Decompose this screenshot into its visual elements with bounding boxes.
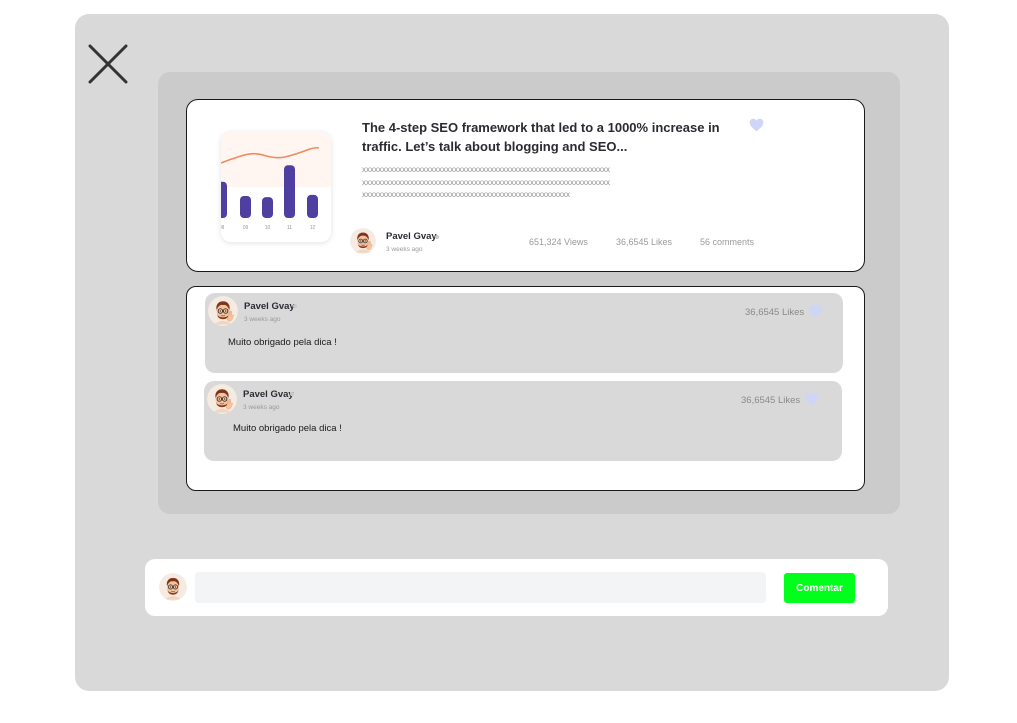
author-name[interactable]: Pavel Gvay (386, 231, 437, 242)
views-count: 651,324 Views (529, 237, 588, 247)
comment-item: Pavel Gvay 3 weeks ago 36,6545 Likes Mui… (204, 381, 842, 461)
post-excerpt: xxxxxxxxxxxxxxxxxxxxxxxxxxxxxxxxxxxxxxxx… (362, 165, 610, 199)
chart-x-label: 11 (287, 225, 292, 231)
chart-thumbnail-icon: 08 09 10 11 12 (221, 132, 331, 231)
comment-time: 3 weeks ago (244, 316, 281, 323)
comment-likes: 36,6545 Likes (741, 395, 801, 406)
comment-avatar[interactable] (208, 296, 238, 326)
comment-text: Muito obrigado pela dica ! (228, 337, 337, 348)
online-dot (435, 235, 439, 239)
comment-input[interactable] (195, 572, 766, 603)
comment-likes: 36,6545 Likes (745, 307, 805, 318)
chart-background (221, 132, 331, 187)
chart-bar (221, 181, 227, 218)
comment-item: Pavel Gvay 3 weeks ago 36,6545 Likes Mui… (205, 293, 843, 373)
chart-x-label: 08 (221, 225, 224, 231)
comment-text: Muito obrigado pela dica ! (233, 423, 342, 434)
comment-avatar[interactable] (207, 384, 237, 414)
heart-icon[interactable] (808, 304, 823, 318)
author-avatar[interactable] (350, 228, 376, 254)
heart-icon[interactable] (804, 392, 819, 406)
comments-list: Pavel Gvay 3 weeks ago 36,6545 Likes Mui… (186, 286, 865, 491)
comments-count[interactable]: 56 comments (700, 237, 754, 247)
avatar-icon (207, 384, 237, 414)
chart-x-label: 12 (310, 225, 316, 231)
chart-x-label: 09 (243, 225, 249, 231)
likes-count: 36,6545 Likes (616, 237, 673, 247)
comment-author[interactable]: Pavel Gvay (243, 389, 294, 400)
current-user-avatar (159, 573, 187, 601)
avatar-icon (159, 573, 187, 601)
avatar-icon (208, 296, 238, 326)
chart-bar (307, 194, 318, 218)
chart-bar (240, 196, 251, 218)
post-title[interactable]: The 4-step SEO framework that led to a 1… (362, 118, 742, 156)
post-card: 08 09 10 11 12 The 4-step SEO framework that… (186, 99, 865, 272)
close-button[interactable] (88, 44, 128, 84)
submit-comment-button[interactable]: Comentar (784, 573, 855, 603)
avatar-icon (350, 228, 376, 254)
comment-composer: Comentar (145, 559, 888, 616)
close-icon (88, 44, 128, 84)
chart-bar (284, 165, 295, 218)
comment-time: 3 weeks ago (243, 404, 280, 411)
comment-author[interactable]: Pavel Gvay (244, 301, 295, 312)
post-thumbnail: 08 09 10 11 12 (221, 132, 331, 242)
heart-icon[interactable] (749, 118, 764, 132)
chart-x-label: 10 (265, 225, 271, 231)
post-time: 3 weeks ago (386, 246, 423, 253)
online-dot (293, 304, 297, 308)
online-dot (290, 392, 294, 396)
chart-bar (262, 197, 273, 218)
